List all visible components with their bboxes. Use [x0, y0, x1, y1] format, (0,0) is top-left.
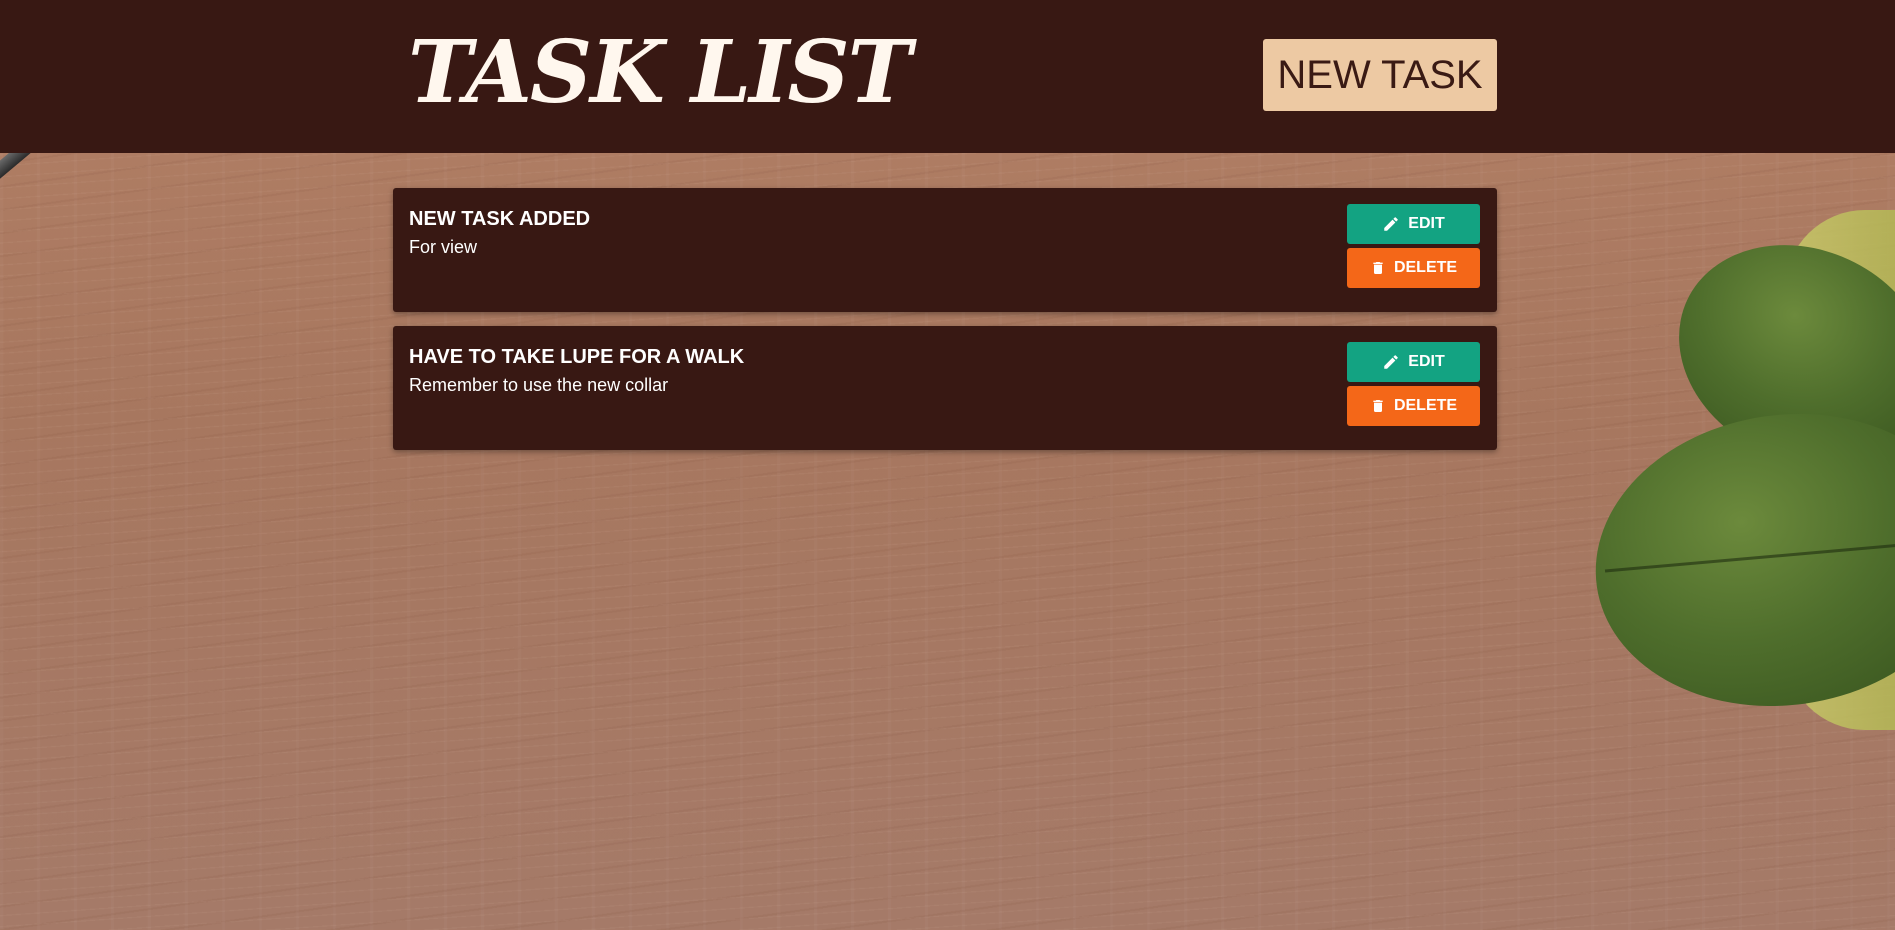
edit-label: EDIT: [1408, 353, 1445, 370]
edit-button[interactable]: EDIT: [1347, 204, 1480, 244]
plant-leaf-decoration: [1576, 389, 1895, 731]
task-description: Remember to use the new collar: [409, 375, 669, 395]
task-list: NEW TASK ADDED For view EDIT DELETE HAVE…: [393, 188, 1497, 464]
delete-button[interactable]: DELETE: [1347, 386, 1480, 426]
pencil-icon: [1384, 355, 1399, 369]
trash-icon: [1373, 262, 1383, 274]
trash-icon: [1373, 400, 1383, 412]
edit-label: EDIT: [1408, 215, 1445, 232]
new-task-button[interactable]: NEW TASK: [1263, 39, 1497, 111]
edit-button[interactable]: EDIT: [1347, 342, 1480, 382]
delete-label: DELETE: [1393, 259, 1458, 276]
app-header: TASK LIST NEW TASK: [0, 0, 1895, 153]
task-card: HAVE TO TAKE LUPE FOR A WALK Remember to…: [393, 326, 1497, 450]
delete-button[interactable]: DELETE: [1347, 248, 1480, 288]
app-title: TASK LIST: [408, 22, 912, 123]
task-title: HAVE TO TAKE LUPE FOR A WALK: [409, 346, 745, 368]
task-description: For view: [409, 237, 478, 257]
task-title: NEW TASK ADDED: [409, 208, 591, 230]
task-card: NEW TASK ADDED For view EDIT DELETE: [393, 188, 1497, 312]
delete-label: DELETE: [1393, 397, 1458, 414]
pencil-icon: [1384, 217, 1399, 231]
